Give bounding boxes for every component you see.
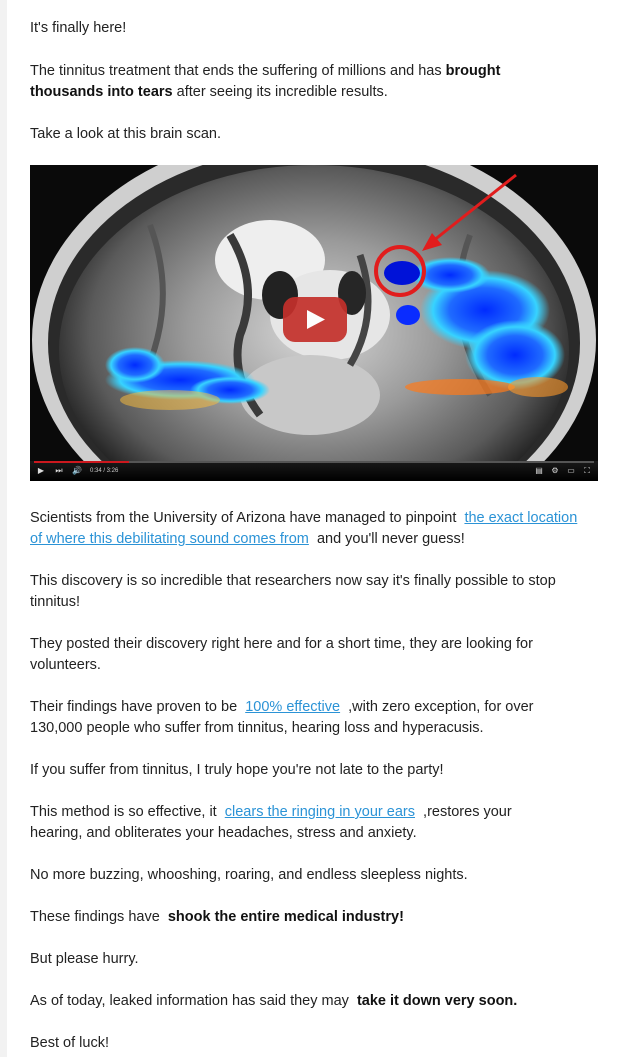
- best-of-luck-text: Best of luck!: [30, 1035, 109, 1051]
- play-button[interactable]: [283, 297, 347, 342]
- leaked-paragraph: As of today, leaked information has said…: [30, 993, 518, 1009]
- effective-link[interactable]: 100% effective: [245, 699, 340, 715]
- video-player[interactable]: ▶ ⏭ 🔊 0:34 / 3:26 ▤ ⚙ ▭ ⛶: [30, 165, 598, 481]
- clears-ringing-link[interactable]: clears the ringing in your ears: [225, 804, 415, 820]
- greeting-text: It's finally here!: [30, 20, 127, 36]
- time-display: 0:34 / 3:26: [90, 468, 119, 474]
- left-border: [0, 0, 7, 1057]
- bold-shook-industry: shook the entire medical industry!: [167, 909, 404, 925]
- progress-bar[interactable]: [34, 461, 594, 463]
- hurry-paragraph: But please hurry.: [30, 951, 139, 967]
- next-icon[interactable]: ⏭: [54, 466, 64, 476]
- play-small-icon[interactable]: ▶: [36, 466, 46, 476]
- play-icon: [307, 310, 325, 329]
- youtube-icon[interactable]: ▭: [566, 466, 576, 476]
- volume-icon[interactable]: 🔊: [72, 466, 82, 476]
- scientists-paragraph: Scientists from the University of Arizon…: [30, 510, 578, 547]
- method-paragraph: This method is so effective, it clears t…: [30, 804, 512, 841]
- party-paragraph: If you suffer from tinnitus, I truly hop…: [30, 762, 444, 778]
- fullscreen-icon[interactable]: ⛶: [582, 466, 592, 476]
- settings-icon[interactable]: ⚙: [550, 466, 560, 476]
- volunteers-paragraph: They posted their discovery right here a…: [30, 636, 533, 673]
- findings-paragraph: Their findings have proven to be 100% ef…: [30, 699, 534, 736]
- brain-scan-intro: Take a look at this brain scan.: [30, 126, 222, 142]
- no-more-paragraph: No more buzzing, whooshing, roaring, and…: [30, 867, 468, 883]
- video-controls: ▶ ⏭ 🔊 0:34 / 3:26 ▤ ⚙ ▭ ⛶: [30, 461, 598, 481]
- shook-paragraph: These findings have shook the entire med…: [30, 909, 404, 925]
- discovery-paragraph: This discovery is so incredible that res…: [30, 573, 556, 610]
- captions-icon[interactable]: ▤: [534, 466, 544, 476]
- progress-fill: [34, 461, 130, 463]
- intro-paragraph: The tinnitus treatment that ends the suf…: [30, 63, 501, 100]
- bold-take-down: take it down very soon.: [356, 993, 518, 1009]
